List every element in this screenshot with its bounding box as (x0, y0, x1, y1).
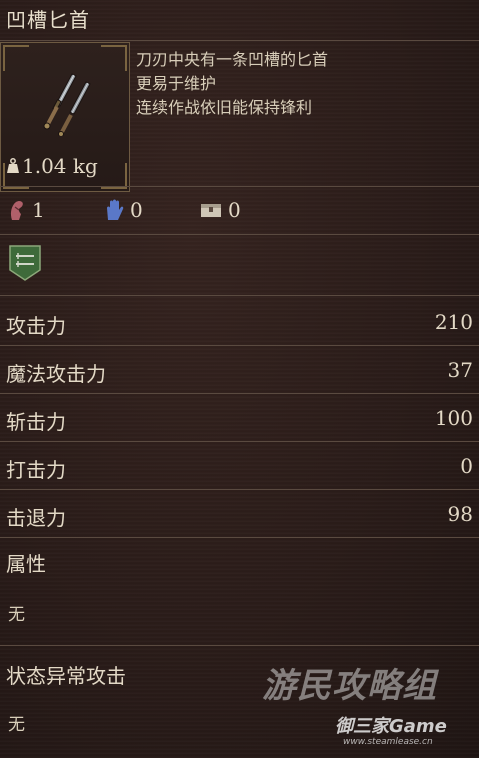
description-line: 更易于维护 (136, 74, 217, 93)
watermark-game: 御三家Game (335, 716, 447, 737)
dagger-icon (43, 73, 91, 136)
stat-row-strike: 打击力 0 (0, 444, 479, 491)
header-divider (0, 186, 479, 187)
badge-divider (0, 295, 479, 296)
description-line: 刀刃中央有一条凹槽的匕首 (136, 50, 329, 69)
stat-value: 100 (434, 406, 473, 430)
stat-value: 98 (447, 502, 473, 526)
requirements-divider (0, 234, 479, 235)
requirement-other: 0 (200, 196, 241, 224)
attribute-divider (0, 645, 479, 646)
stat-label: 击退力 (6, 506, 66, 530)
item-name: 凹槽匕首 (6, 8, 90, 32)
stat-value: 0 (460, 454, 473, 478)
stat-value: 210 (434, 310, 473, 334)
stat-divider (0, 537, 479, 538)
frame-corner (3, 45, 29, 71)
requirement-strength: 1 (8, 196, 45, 224)
stat-label: 攻击力 (6, 314, 66, 338)
requirement-value: 0 (130, 198, 143, 222)
magic-hand-icon (107, 199, 124, 220)
item-weight: 1.04 kg (6, 154, 98, 178)
attribute-value: 无 (8, 605, 25, 625)
status-attack-value: 无 (8, 715, 25, 735)
description-line: 连续作战依旧能保持锋利 (136, 98, 313, 117)
stat-divider (0, 441, 479, 442)
stat-row-attack: 攻击力 210 (0, 300, 479, 347)
item-description: 刀刃中央有一条凹槽的匕首 更易于维护 连续作战依旧能保持锋利 (136, 48, 466, 120)
stat-row-knockback: 击退力 98 (0, 492, 479, 539)
requirement-value: 0 (228, 198, 241, 222)
stat-value: 37 (447, 358, 473, 382)
weight-icon (7, 158, 19, 173)
stat-label: 斩击力 (6, 410, 66, 434)
dagger-class-badge-icon (9, 245, 41, 281)
title-divider (0, 40, 479, 41)
requirement-value: 1 (32, 198, 45, 222)
chest-icon (201, 204, 221, 217)
stat-divider (0, 489, 479, 490)
stat-label: 魔法攻击力 (6, 362, 106, 386)
frame-corner (101, 45, 127, 71)
attribute-label: 属性 (6, 552, 46, 576)
stat-divider (0, 345, 479, 346)
watermark-url: www.steamlease.cn (343, 737, 433, 747)
stat-divider (0, 393, 479, 394)
strength-arm-icon (10, 200, 23, 220)
status-attack-label: 状态异常攻击 (6, 664, 126, 688)
weight-value: 1.04 kg (22, 154, 98, 178)
stat-label: 打击力 (6, 458, 66, 482)
stat-row-magic-attack: 魔法攻击力 37 (0, 348, 479, 395)
watermark-gamersky: 游民攻略组 (262, 666, 437, 706)
stat-row-slash: 斩击力 100 (0, 396, 479, 443)
requirement-magic: 0 (104, 196, 143, 224)
